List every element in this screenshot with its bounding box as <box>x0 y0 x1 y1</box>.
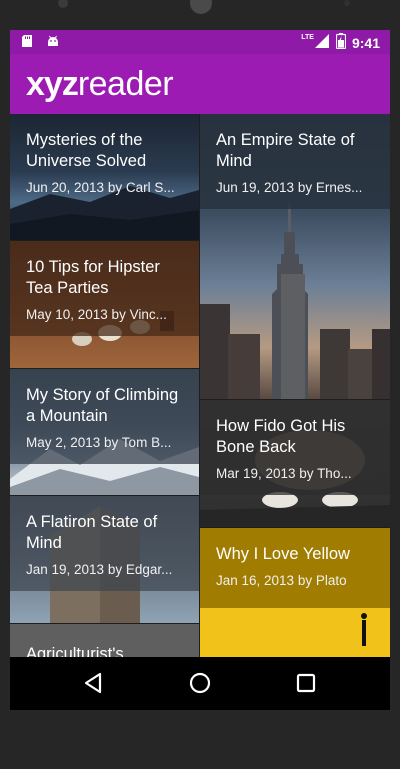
article-info: Mysteries of the Universe Solved Jun 20,… <box>10 114 199 209</box>
home-icon[interactable] <box>187 670 213 696</box>
logo-bold-text: xyz <box>26 65 79 103</box>
article-card-empire-state[interactable]: An Empire State of Mind Jun 19, 2013 by … <box>200 114 390 399</box>
status-bar: LTE 9:41 <box>10 30 390 54</box>
article-meta: Mar 19, 2013 by Tho... <box>216 466 352 481</box>
earpiece-speaker <box>190 0 212 14</box>
article-card-mysteries[interactable]: Mysteries of the Universe Solved Jun 20,… <box>10 114 199 240</box>
sd-card-icon <box>20 34 34 48</box>
proximity-sensor <box>344 0 350 6</box>
article-card-flatiron[interactable]: A Flatiron State of Mind Jan 19, 2013 by… <box>10 496 199 623</box>
article-info: A Flatiron State of Mind Jan 19, 2013 by… <box>10 496 199 591</box>
article-meta: Jun 19, 2013 by Ernes... <box>216 180 363 195</box>
article-info: How Fido Got His Bone Back Mar 19, 2013 … <box>200 400 390 495</box>
front-camera <box>58 0 68 8</box>
article-title: Agriculturist's <box>26 645 124 657</box>
article-title: Why I Love Yellow <box>216 545 350 563</box>
app-bar: xyzreader <box>10 54 390 114</box>
system-navigation-bar <box>10 657 390 710</box>
article-meta: Jun 20, 2013 by Carl S... <box>26 180 175 195</box>
article-card-fido[interactable]: How Fido Got His Bone Back Mar 19, 2013 … <box>200 400 390 527</box>
article-info: Why I Love Yellow Jan 16, 2013 by Plato <box>200 528 390 608</box>
battery-icon <box>335 33 347 52</box>
article-card-agriculturist[interactable]: Agriculturist's <box>10 624 199 657</box>
logo-regular-text: reader <box>77 65 174 103</box>
article-info: An Empire State of Mind Jun 19, 2013 by … <box>200 114 390 209</box>
article-title: A Flatiron State of Mind <box>26 513 158 552</box>
article-title: An Empire State of Mind <box>216 131 355 170</box>
article-meta: May 10, 2013 by Vinc... <box>26 307 167 322</box>
device-frame: LTE 9:41 xyzreader Mysteries of the Univ… <box>0 0 400 769</box>
back-icon[interactable] <box>81 670 107 696</box>
article-title: How Fido Got His Bone Back <box>216 417 346 456</box>
article-title: My Story of Climbing a Mountain <box>26 386 179 425</box>
phone-screen: LTE 9:41 xyzreader Mysteries of the Univ… <box>10 30 390 710</box>
article-meta: Jan 16, 2013 by Plato <box>216 573 347 588</box>
article-grid[interactable]: Mysteries of the Universe Solved Jun 20,… <box>10 114 390 657</box>
lte-label: LTE <box>301 34 314 41</box>
article-title: Mysteries of the Universe Solved <box>26 131 147 170</box>
recents-icon[interactable] <box>293 670 319 696</box>
article-card-yellow[interactable]: Why I Love Yellow Jan 16, 2013 by Plato <box>200 528 390 657</box>
article-card-hipster-tea[interactable]: 10 Tips for Hipster Tea Parties May 10, … <box>10 241 199 368</box>
status-time: 9:41 <box>351 34 380 51</box>
article-card-climbing-mountain[interactable]: My Story of Climbing a Mountain May 2, 2… <box>10 369 199 495</box>
article-meta: Jan 19, 2013 by Edgar... <box>26 562 173 577</box>
article-info: 10 Tips for Hipster Tea Parties May 10, … <box>10 241 199 336</box>
article-title: 10 Tips for Hipster Tea Parties <box>26 258 160 297</box>
app-logo: xyzreader <box>26 65 174 103</box>
article-meta: May 2, 2013 by Tom B... <box>26 435 172 450</box>
article-info: My Story of Climbing a Mountain May 2, 2… <box>10 369 199 464</box>
android-icon <box>46 34 60 48</box>
article-info: Agriculturist's <box>10 624 199 657</box>
lte-signal-icon <box>314 33 330 52</box>
